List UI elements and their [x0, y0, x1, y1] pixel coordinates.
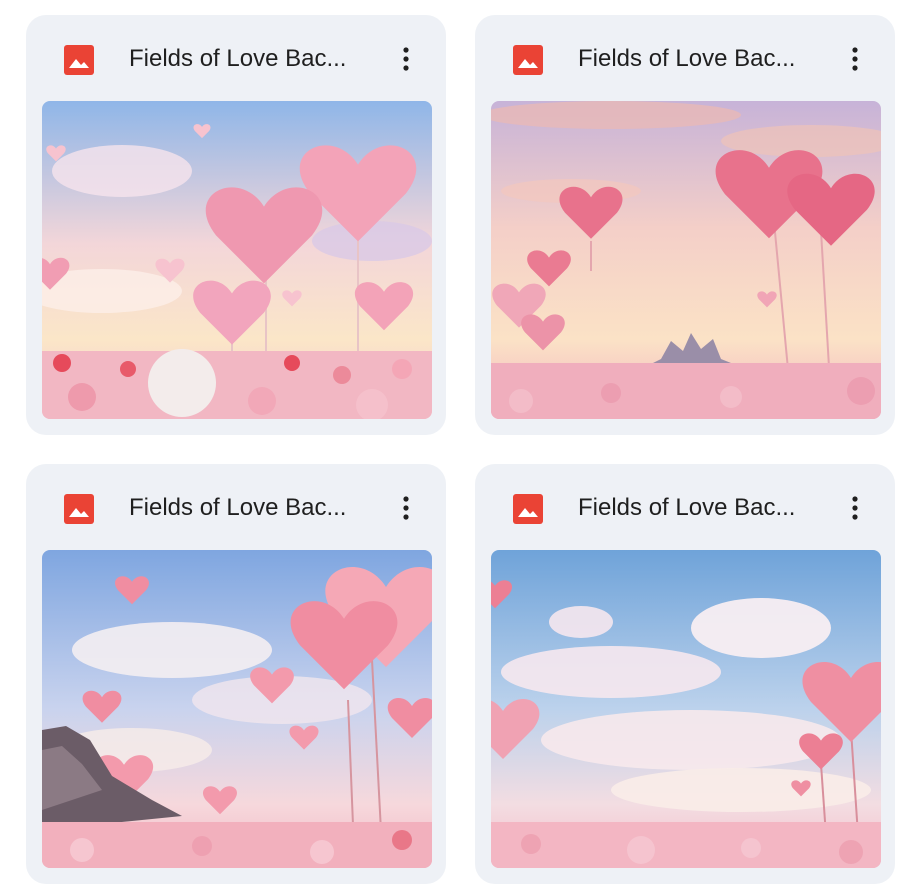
- thumbnail-preview: [42, 101, 432, 419]
- more-options-button[interactable]: [839, 39, 871, 79]
- file-card-header: Fields of Love Bac...: [475, 464, 895, 550]
- more-vert-icon: [852, 496, 858, 520]
- more-options-button[interactable]: [390, 39, 422, 79]
- file-title[interactable]: Fields of Love Bac...: [129, 492, 369, 524]
- more-options-button[interactable]: [839, 488, 871, 528]
- image-thumbnail[interactable]: [491, 101, 881, 419]
- file-card[interactable]: Fields of Love Bac...: [26, 464, 446, 884]
- file-title[interactable]: Fields of Love Bac...: [578, 492, 818, 524]
- thumbnail-preview: [42, 550, 432, 868]
- image-file-icon: [513, 494, 543, 524]
- image-thumbnail[interactable]: [42, 101, 432, 419]
- image-file-icon: [513, 45, 543, 75]
- image-thumbnail[interactable]: [42, 550, 432, 868]
- more-vert-icon: [403, 47, 409, 71]
- file-card[interactable]: Fields of Love Bac...: [26, 15, 446, 435]
- file-card-header: Fields of Love Bac...: [475, 15, 895, 101]
- file-card-header: Fields of Love Bac...: [26, 15, 446, 101]
- file-card[interactable]: Fields of Love Bac...: [475, 15, 895, 435]
- more-options-button[interactable]: [390, 488, 422, 528]
- file-title[interactable]: Fields of Love Bac...: [129, 43, 369, 75]
- file-card-header: Fields of Love Bac...: [26, 464, 446, 550]
- file-card[interactable]: Fields of Love Bac...: [475, 464, 895, 884]
- image-file-icon: [64, 45, 94, 75]
- thumbnail-preview: [491, 101, 881, 419]
- file-title[interactable]: Fields of Love Bac...: [578, 43, 818, 75]
- image-thumbnail[interactable]: [491, 550, 881, 868]
- more-vert-icon: [852, 47, 858, 71]
- thumbnail-preview: [491, 550, 881, 868]
- more-vert-icon: [403, 496, 409, 520]
- image-file-icon: [64, 494, 94, 524]
